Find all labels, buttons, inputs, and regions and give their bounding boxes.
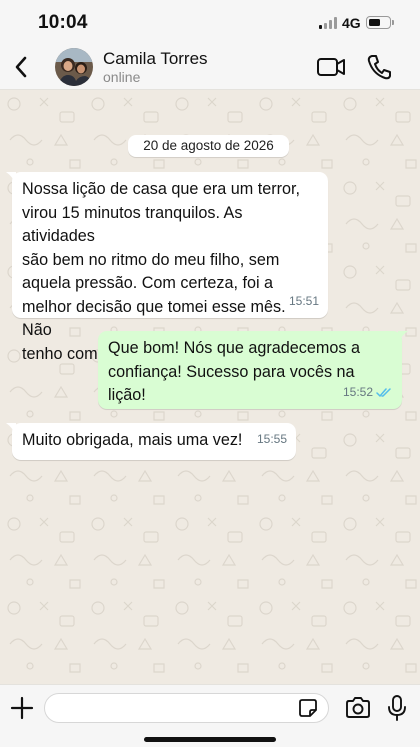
voice-call-button[interactable]: [366, 53, 392, 81]
contact-name[interactable]: Camila Torres: [103, 49, 208, 69]
message-meta: 15:55: [257, 428, 287, 452]
chat-area[interactable]: 20 de agosto de 2026 Nossa lição de casa…: [0, 90, 420, 684]
camera-icon: [346, 697, 370, 718]
avatar-photo: [55, 48, 93, 86]
message-bubble-incoming[interactable]: Nossa lição de casa que era um terror, v…: [6, 172, 328, 363]
bubble-tail: [398, 331, 408, 343]
video-call-button[interactable]: [316, 54, 346, 80]
attach-button[interactable]: [10, 696, 34, 720]
back-button[interactable]: [8, 52, 34, 82]
date-chip: 20 de agosto de 2026: [128, 135, 289, 157]
message-meta: 15:51: [289, 290, 319, 314]
message-line: virou 15 minutos tranquilos. As atividad…: [22, 203, 243, 246]
status-time: 10:04: [38, 12, 88, 33]
sticker-button[interactable]: [298, 698, 318, 718]
network-type: 4G: [342, 15, 361, 31]
status-bar: 10:04 4G: [0, 0, 420, 44]
message-line: Muito obrigada, mais uma vez!: [22, 431, 243, 449]
contact-status: online: [103, 69, 141, 85]
message-bubble-incoming[interactable]: Muito obrigada, mais uma vez! 15:55: [6, 423, 296, 460]
message-time: 15:52: [342, 384, 373, 399]
home-indicator: [144, 737, 276, 742]
video-camera-icon: [317, 58, 345, 76]
double-check-read-icon: [376, 388, 391, 397]
contact-avatar[interactable]: [55, 48, 93, 86]
message-meta: 15:52: [343, 381, 393, 405]
plus-icon: [10, 696, 34, 720]
signal-strength-icon: [319, 17, 339, 29]
message-text: Muito obrigada, mais uma vez!: [12, 423, 296, 453]
chevron-left-icon: [15, 56, 27, 78]
message-time: 15:51: [288, 293, 319, 308]
message-line: aquela pressão. Com certeza, foi a: [22, 274, 274, 292]
battery-cap: [392, 20, 394, 25]
message-time: 15:55: [256, 431, 287, 446]
message-line: são bem no ritmo do meu filho, sem: [22, 250, 280, 269]
phone-icon: [367, 55, 391, 80]
camera-button[interactable]: [344, 696, 372, 720]
message-input-bar: [0, 684, 420, 747]
sticker-icon: [299, 699, 317, 717]
message-line: Nossa lição de casa que era um terror,: [22, 180, 301, 198]
message-bubble-outgoing[interactable]: Que bom! Nós que agradecemos a confiança…: [98, 331, 408, 409]
battery-icon: [366, 16, 391, 29]
bubble-tail: [6, 172, 16, 184]
microphone-icon: [388, 695, 406, 721]
message-line: Que bom! Nós que agradecemos a: [108, 339, 360, 357]
chat-header: Camila Torres online: [0, 44, 420, 90]
message-input[interactable]: [44, 693, 329, 723]
microphone-button[interactable]: [386, 694, 408, 722]
bubble-tail: [6, 423, 16, 435]
